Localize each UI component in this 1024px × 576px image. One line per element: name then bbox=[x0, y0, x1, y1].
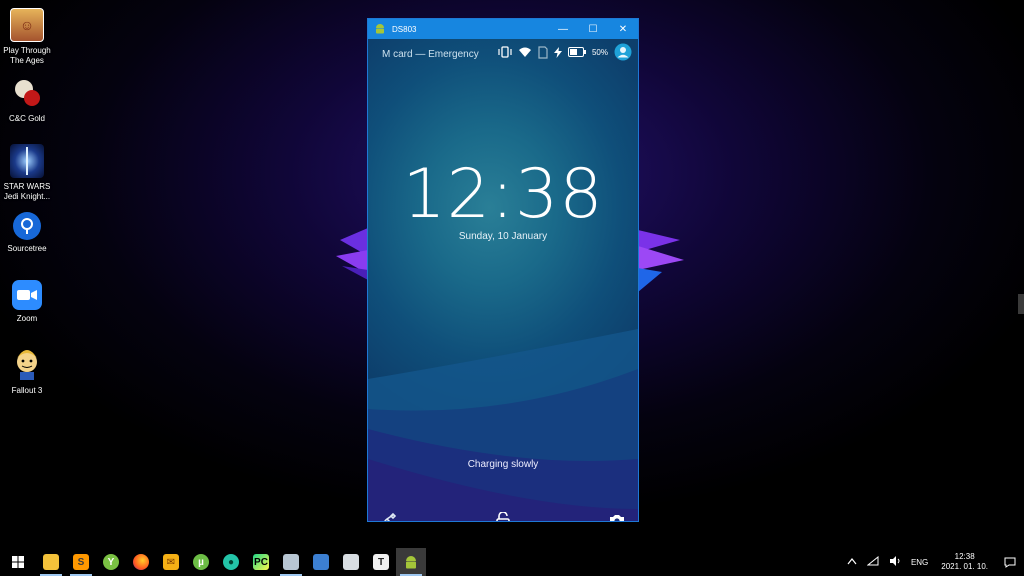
desktop-icon-fallout[interactable]: Fallout 3 bbox=[0, 348, 54, 396]
desktop-icon-label: C&C Gold bbox=[8, 114, 45, 123]
emulator-window[interactable]: DS803 — ☐ ✕ M card — Emergency 50% 12:38… bbox=[367, 18, 639, 522]
system-tray: ENG 12:38 2021. 01. 10. bbox=[842, 548, 1024, 576]
phone-icon bbox=[384, 512, 397, 521]
taskbar-app-remote-tool[interactable] bbox=[306, 548, 336, 576]
taskbar-app-sublime-text[interactable]: S bbox=[66, 548, 96, 576]
fallout-icon bbox=[10, 348, 44, 382]
file-explorer-icon bbox=[43, 554, 59, 570]
taskbar-app-mail[interactable]: ✉ bbox=[156, 548, 186, 576]
window-title: DS803 bbox=[392, 24, 417, 34]
lock-icon bbox=[496, 512, 510, 521]
taskbar-date: 2021. 01. 10. bbox=[941, 562, 988, 571]
desktop-icon-label: Zoom bbox=[16, 314, 38, 323]
taskbar-app-utorrent[interactable]: µ bbox=[186, 548, 216, 576]
notification-center-button[interactable] bbox=[996, 557, 1024, 568]
minimize-button[interactable]: — bbox=[548, 19, 578, 39]
tray-chevron-up-icon[interactable] bbox=[847, 557, 857, 567]
charging-bolt-icon bbox=[553, 46, 562, 58]
taskbar-app-firefox[interactable] bbox=[126, 548, 156, 576]
taskbar-app-gitkraken[interactable]: ● bbox=[216, 548, 246, 576]
camera-shortcut-button[interactable] bbox=[606, 509, 628, 521]
utorrent-icon: µ bbox=[193, 554, 209, 570]
unlock-button[interactable] bbox=[492, 509, 514, 521]
desktop-icon-label: STAR WARS Jedi Knight... bbox=[3, 182, 51, 201]
charging-status: Charging slowly bbox=[467, 459, 539, 470]
app-y-icon: Y bbox=[103, 554, 119, 570]
star-wars-icon bbox=[10, 144, 44, 178]
desktop-icon-star-wars[interactable]: STAR WARS Jedi Knight... bbox=[0, 144, 54, 202]
phone-shortcut-button[interactable] bbox=[378, 509, 400, 521]
carrier-text: M card — Emergency bbox=[382, 49, 479, 60]
android-emulator-icon bbox=[403, 554, 419, 570]
lockscreen-date: Sunday, 10 January bbox=[458, 231, 548, 242]
edge-scroll-marker bbox=[1018, 294, 1024, 314]
android-icon bbox=[376, 24, 384, 34]
close-button[interactable]: ✕ bbox=[608, 19, 638, 39]
user-avatar-icon[interactable] bbox=[614, 43, 632, 61]
firefox-icon bbox=[133, 554, 149, 570]
screen-tool-icon bbox=[283, 554, 299, 570]
input-language[interactable]: ENG bbox=[911, 558, 928, 567]
typora-icon: T bbox=[373, 554, 389, 570]
network-icon[interactable] bbox=[866, 555, 879, 568]
desktop-icon-zoom[interactable]: Zoom bbox=[0, 280, 54, 324]
remote-tool-icon bbox=[313, 554, 329, 570]
battery-percent: 50% bbox=[591, 47, 608, 57]
taskbar-app-screen-tool[interactable] bbox=[276, 548, 306, 576]
zoom-icon bbox=[12, 280, 42, 310]
phone-screen[interactable]: M card — Emergency 50% 12:38 Sunday, 10 … bbox=[368, 39, 638, 521]
lockscreen-wallpaper bbox=[368, 329, 638, 521]
desktop-icon-label: Fallout 3 bbox=[11, 386, 43, 395]
lockscreen-clock: 12:38 bbox=[402, 155, 604, 234]
vibrate-icon bbox=[498, 46, 512, 58]
taskbar-clock[interactable]: 12:38 2021. 01. 10. bbox=[941, 552, 988, 572]
camera-icon bbox=[610, 515, 624, 521]
vm-tool-icon bbox=[343, 554, 359, 570]
desktop-icon-label: Sourcetree bbox=[7, 244, 47, 253]
desktop-icon-label: Play Through The Ages bbox=[3, 46, 51, 65]
taskbar-app-pycharm[interactable]: PC bbox=[246, 548, 276, 576]
desktop-icon-cnc-gold[interactable]: C&C Gold bbox=[0, 76, 54, 124]
window-titlebar[interactable]: DS803 — ☐ ✕ bbox=[368, 19, 638, 39]
status-icons: 50% bbox=[498, 43, 632, 61]
taskbar-app-vm-tool[interactable] bbox=[336, 548, 366, 576]
maximize-button[interactable]: ☐ bbox=[578, 19, 608, 39]
gitkraken-icon: ● bbox=[223, 554, 239, 570]
taskbar-app-typora[interactable]: T bbox=[366, 548, 396, 576]
taskbar: S Y ✉ µ ● PC T ENG 12:38 2021. 01. 10. bbox=[0, 548, 1024, 576]
notification-icon bbox=[1004, 557, 1016, 568]
taskbar-app-file-explorer[interactable] bbox=[36, 548, 66, 576]
taskbar-app-android-emulator[interactable] bbox=[396, 548, 426, 576]
windows-icon bbox=[12, 556, 24, 568]
sim-icon bbox=[538, 45, 548, 59]
desktop-icon-play-through-the-ages[interactable]: ☺ Play Through The Ages bbox=[0, 8, 54, 66]
battery-icon bbox=[567, 47, 586, 57]
desktop-icon-sourcetree[interactable]: Sourcetree bbox=[0, 212, 54, 254]
mail-icon: ✉ bbox=[163, 554, 179, 570]
play-through-the-ages-icon: ☺ bbox=[10, 8, 44, 42]
sublime-text-icon: S bbox=[73, 554, 89, 570]
volume-icon[interactable] bbox=[889, 556, 901, 568]
pycharm-icon: PC bbox=[253, 554, 269, 570]
start-button[interactable] bbox=[0, 548, 36, 576]
taskbar-time: 12:38 bbox=[954, 552, 975, 561]
wallpaper-shard-right bbox=[638, 230, 684, 292]
cnc-gold-icon bbox=[10, 76, 44, 110]
wifi-icon bbox=[518, 46, 532, 58]
taskbar-app-y[interactable]: Y bbox=[96, 548, 126, 576]
sourcetree-icon bbox=[13, 212, 41, 240]
